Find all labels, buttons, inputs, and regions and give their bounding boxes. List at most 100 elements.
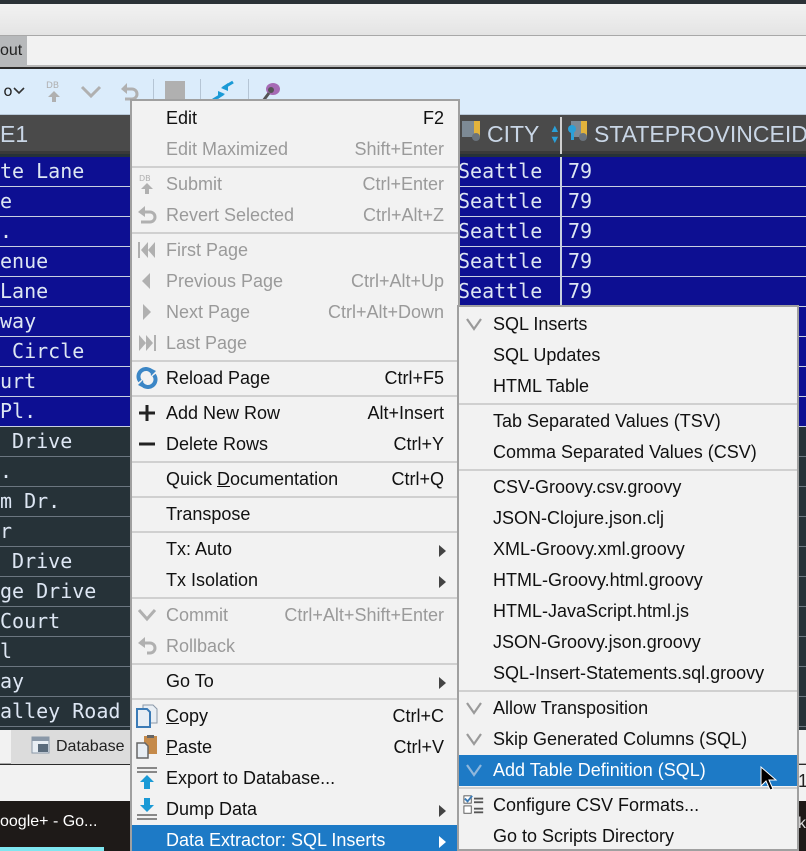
cell-city[interactable]: Seattle — [458, 277, 542, 306]
submenu-item-go-to-scripts-directory[interactable]: Go to Scripts Directory — [459, 821, 797, 851]
cell-address[interactable]: Circle — [0, 337, 84, 366]
cell-city[interactable]: Seattle — [458, 187, 542, 216]
menu-item-submit[interactable]: DB Submit Ctrl+Enter — [132, 169, 458, 200]
cell-address[interactable]: urt — [0, 367, 36, 396]
menu-item-shortcut: Ctrl+V — [393, 737, 444, 757]
submenu-item-html-groovy-html-groovy[interactable]: HTML-Groovy.html.groovy — [459, 565, 797, 596]
cell-address[interactable]: Pl. — [0, 397, 36, 426]
menu-item-previous-page[interactable]: Previous Page Ctrl+Alt+Up — [132, 266, 458, 297]
cell-address[interactable]: te Lane — [0, 157, 84, 186]
menu-item-reload-page[interactable]: Reload Page Ctrl+F5 — [132, 363, 458, 394]
tab-output[interactable]: out — [0, 36, 27, 66]
column-separator[interactable] — [560, 117, 562, 154]
submenu-item-skip-generated-columns-sql[interactable]: Skip Generated Columns (SQL) — [459, 724, 797, 755]
cell-address[interactable]: ge Drive — [0, 577, 96, 606]
menu-item-rollback[interactable]: Rollback — [132, 631, 458, 662]
cell-stateprovinceid[interactable]: 79 — [568, 157, 592, 186]
submenu-item-json-clojure-json-clj[interactable]: JSON-Clojure.json.clj — [459, 503, 797, 534]
cell-address[interactable]: Drive — [0, 547, 72, 576]
submenu-item-tab-separated-values-tsv[interactable]: Tab Separated Values (TSV) — [459, 406, 797, 437]
menu-item-edit-maximized[interactable]: Edit Maximized Shift+Enter — [132, 134, 458, 165]
commit-check-icon[interactable] — [78, 77, 104, 105]
column-header-city[interactable]: CITY ▲ ▼ — [461, 115, 560, 154]
cell-address[interactable]: alley Road — [0, 697, 120, 726]
submenu-arrow-icon — [439, 836, 446, 848]
submenu-item-configure-csv-formats[interactable]: Configure CSV Formats... — [459, 790, 797, 821]
cell-address[interactable]: m Dr. — [0, 487, 60, 516]
submenu-item-add-table-definition-sql[interactable]: Add Table Definition (SQL) — [459, 755, 797, 786]
menu-item-label: Tab Separated Values (TSV) — [493, 411, 721, 431]
submenu-item-comma-separated-values-csv[interactable]: Comma Separated Values (CSV) — [459, 437, 797, 468]
menu-item-first-page[interactable]: First Page — [132, 235, 458, 266]
submenu-item-xml-groovy-xml-groovy[interactable]: XML-Groovy.xml.groovy — [459, 534, 797, 565]
submenu-item-allow-transposition[interactable]: Allow Transposition — [459, 693, 797, 724]
cell-address[interactable]: l — [0, 637, 12, 666]
menu-item-label: HTML-Groovy.html.groovy — [493, 570, 703, 590]
submenu-item-html-table[interactable]: HTML Table — [459, 371, 797, 402]
menu-item-transpose[interactable]: Transpose — [132, 499, 458, 530]
menu-item-add-new-row[interactable]: Add New Row Alt+Insert — [132, 398, 458, 429]
menu-item-revert-selected[interactable]: Revert Selected Ctrl+Alt+Z — [132, 200, 458, 231]
menu-item-label: Skip Generated Columns (SQL) — [493, 729, 748, 749]
menu-item-shortcut: Ctrl+Alt+Z — [362, 205, 444, 225]
sort-icon[interactable]: ▲ ▼ — [549, 123, 560, 146]
db-submit-icon: DB — [136, 173, 158, 195]
column-header-stateprovinceid[interactable]: STATEPROVINCEID — [566, 115, 806, 154]
cell-address[interactable]: Court — [0, 607, 60, 636]
submenu-item-json-groovy-json-groovy[interactable]: JSON-Groovy.json.groovy — [459, 627, 797, 658]
taskbar-item-label[interactable]: oogle+ - Go... — [0, 813, 97, 831]
menu-item-export-to-database[interactable]: Export to Database... — [132, 763, 458, 794]
label-part: ocumentation — [230, 469, 339, 489]
cell-address[interactable]: Drive — [0, 427, 72, 456]
commit-check-icon — [136, 604, 158, 626]
submenu-item-html-javascript-html-js[interactable]: HTML-JavaScript.html.js — [459, 596, 797, 627]
menu-item-dump-data[interactable]: Dump Data — [132, 794, 458, 825]
menu-item-quick-documentation[interactable]: Quick Documentation Ctrl+Q — [132, 464, 458, 495]
menu-item-copy[interactable]: Copy Ctrl+C — [132, 701, 458, 732]
tab-bar: out — [0, 36, 806, 67]
menu-item-shortcut: Ctrl+Alt+Up — [350, 271, 444, 291]
menu-item-commit[interactable]: Commit Ctrl+Alt+Shift+Enter — [132, 600, 458, 631]
menu-item-go-to[interactable]: Go To — [132, 666, 458, 697]
cell-address[interactable]: e — [0, 187, 12, 216]
db-submit-icon[interactable]: DB — [42, 77, 66, 105]
submenu-item-sql-inserts[interactable]: SQL Inserts — [459, 309, 797, 340]
menu-separator — [132, 698, 458, 700]
cell-city[interactable]: Seattle — [458, 157, 542, 186]
cell-address[interactable]: Lane — [0, 277, 48, 306]
menu-item-tx-isolation[interactable]: Tx Isolation — [132, 565, 458, 596]
cell-address[interactable]: ay — [0, 667, 24, 696]
cell-stateprovinceid[interactable]: 79 — [568, 187, 592, 216]
menu-item-label: Dump Data — [166, 799, 258, 819]
cell-city[interactable]: Seattle — [458, 217, 542, 246]
menu-item-label: Comma Separated Values (CSV) — [493, 442, 757, 462]
cell-stateprovinceid[interactable]: 79 — [568, 247, 592, 276]
cell-city[interactable]: Seattle — [458, 247, 542, 276]
cell-address[interactable]: r — [0, 517, 12, 546]
chevron-down-icon[interactable] — [12, 77, 26, 105]
column-separator — [560, 247, 562, 277]
cell-stateprovinceid[interactable]: 79 — [568, 217, 592, 246]
submenu-item-sql-insert-statements-sql-groovy[interactable]: SQL-Insert-Statements.sql.groovy — [459, 658, 797, 689]
cell-address[interactable]: . — [0, 457, 12, 486]
menu-item-label: Go To — [166, 671, 214, 691]
menu-item-tx-auto[interactable]: Tx: Auto — [132, 534, 458, 565]
menu-item-delete-rows[interactable]: Delete Rows Ctrl+Y — [132, 429, 458, 460]
menu-item-edit[interactable]: Edit F2 — [132, 103, 458, 134]
menu-item-last-page[interactable]: Last Page — [132, 328, 458, 359]
cell-address[interactable]: . — [0, 217, 12, 246]
submenu-item-csv-groovy-csv-groovy[interactable]: CSV-Groovy.csv.groovy — [459, 472, 797, 503]
cell-stateprovinceid[interactable]: 79 — [568, 277, 592, 306]
column-separator — [560, 217, 562, 247]
menu-item-label: Submit — [166, 174, 223, 194]
taskbar-active-indicator — [0, 847, 104, 851]
menu-item-next-page[interactable]: Next Page Ctrl+Alt+Down — [132, 297, 458, 328]
cell-address[interactable]: enue — [0, 247, 48, 276]
menu-item-paste[interactable]: Paste Ctrl+V — [132, 732, 458, 763]
menu-item-data-extractor-sql-inserts[interactable]: Data Extractor: SQL Inserts — [132, 825, 458, 851]
status-partial-text: 1 — [798, 771, 806, 791]
submenu-item-sql-updates[interactable]: SQL Updates — [459, 340, 797, 371]
title-bar — [0, 4, 806, 36]
column-header-address[interactable]: E1 — [0, 115, 28, 154]
cell-address[interactable]: way — [0, 307, 36, 336]
